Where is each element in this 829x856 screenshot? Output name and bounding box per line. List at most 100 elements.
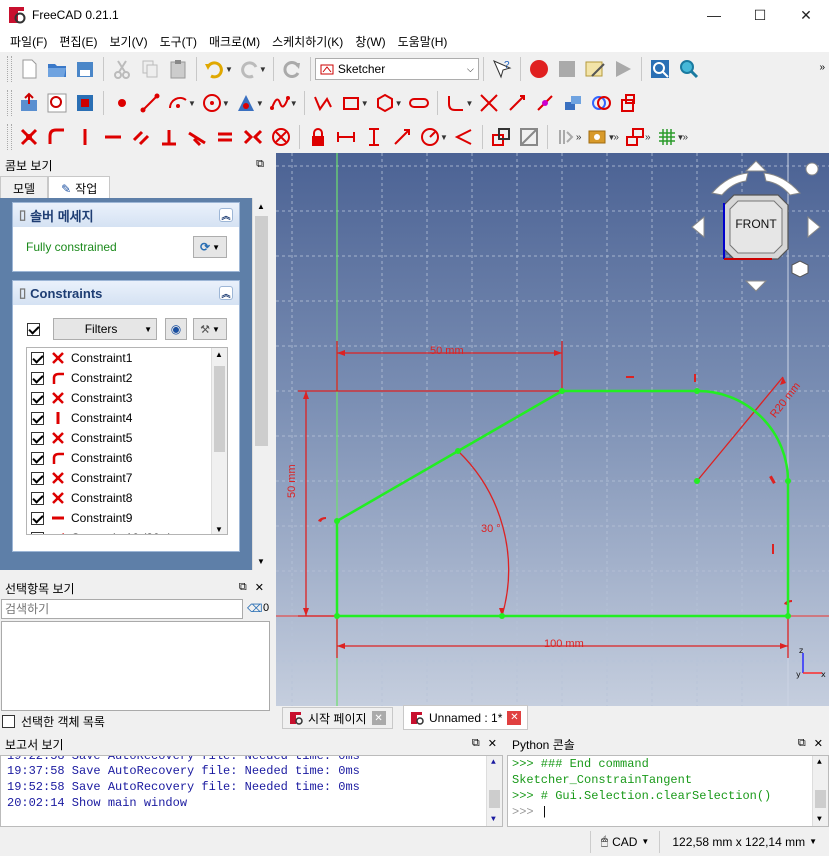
create-slot-icon[interactable] <box>405 89 433 117</box>
constraint-visible-checkbox[interactable] <box>31 491 44 505</box>
constrain-symmetric-icon[interactable] <box>239 123 267 151</box>
constraint-row[interactable]: Constraint8 <box>27 488 227 508</box>
report-view-output[interactable]: 19:22:58 Save AutoRecovery file: Needed … <box>0 755 503 827</box>
polygon-dropdown-icon[interactable]: ▼ <box>395 99 403 108</box>
constrain-perpendicular-icon[interactable] <box>155 123 183 151</box>
visibility-button[interactable]: ◉ <box>165 318 187 340</box>
selection-search-input[interactable] <box>1 599 243 619</box>
constraint-row[interactable]: Constraint1 <box>27 348 227 368</box>
float-panel-icon[interactable]: ⧉ <box>472 737 480 750</box>
open-file-icon[interactable] <box>43 55 71 83</box>
settings-button[interactable]: ⚒ ▼ <box>193 318 227 340</box>
nav-menu-icon[interactable] <box>805 162 819 176</box>
toolbar-more-icon[interactable]: » <box>819 62 825 73</box>
python-console-output[interactable]: >>> ### End command Sketcher_ConstrainTa… <box>507 755 829 827</box>
tab-model[interactable]: 모델 <box>0 176 49 200</box>
undo-dropdown-icon[interactable]: ▼ <box>225 65 233 74</box>
whats-this-icon[interactable]: ? <box>488 55 516 83</box>
task-panel-scrollbar[interactable]: ▲ ▼ <box>252 198 270 570</box>
constraint-visible-checkbox[interactable] <box>31 531 44 534</box>
run-macro-icon[interactable] <box>609 55 637 83</box>
constraint-visible-checkbox[interactable] <box>31 391 44 405</box>
constrain-tangent-icon[interactable] <box>183 123 211 151</box>
constraint-visible-checkbox[interactable] <box>31 431 44 445</box>
filter-all-checkbox[interactable] <box>27 323 40 336</box>
constrain-distance-icon[interactable] <box>388 123 416 151</box>
dimensions-display[interactable]: 122,58 mm x 122,14 mm ▼ <box>659 830 829 853</box>
edit-macro-icon[interactable] <box>581 55 609 83</box>
report-scrollbar[interactable]: ▲ ▼ <box>486 756 502 826</box>
view-section-icon[interactable] <box>71 89 99 117</box>
stop-macro-icon[interactable] <box>553 55 581 83</box>
update-solver-button[interactable]: ⟳ ▼ <box>193 236 227 258</box>
leave-sketch-icon[interactable] <box>15 89 43 117</box>
close-icon[interactable]: ✕ <box>488 737 497 750</box>
constrain-lock-icon[interactable] <box>304 123 332 151</box>
save-icon[interactable] <box>71 55 99 83</box>
external-geometry-icon[interactable] <box>531 89 559 117</box>
close-button[interactable]: ✕ <box>783 0 829 30</box>
toolbar-more-icon[interactable]: » <box>682 132 688 143</box>
scrollbar-thumb[interactable] <box>489 790 500 808</box>
scroll-down-icon[interactable]: ▼ <box>491 815 496 824</box>
constraint-visible-checkbox[interactable] <box>31 411 44 425</box>
console-scrollbar[interactable]: ▲ ▼ <box>812 756 828 826</box>
menu-view[interactable]: 보기(V) <box>103 33 153 50</box>
scroll-up-icon[interactable]: ▲ <box>817 758 822 767</box>
rectangle-dropdown-icon[interactable]: ▼ <box>361 99 369 108</box>
constraint-row[interactable]: Constraint2 <box>27 368 227 388</box>
nav-up-arrow-icon[interactable] <box>744 160 768 172</box>
workbench-selector[interactable]: Sketcher ⌵ <box>314 58 479 80</box>
constraint-row[interactable]: Constraint10 (30 °) <box>27 528 227 534</box>
navigation-style-selector[interactable]: 🖱 CAD ▼ <box>589 830 659 853</box>
circle-dropdown-icon[interactable]: ▼ <box>222 99 230 108</box>
nav-down-arrow-icon[interactable] <box>744 280 768 292</box>
selection-list[interactable] <box>1 621 270 711</box>
menu-tools[interactable]: 도구(T) <box>154 33 203 50</box>
constraint-visible-checkbox[interactable] <box>31 511 44 525</box>
toggle-active-icon[interactable] <box>515 123 543 151</box>
zoom-selection-icon[interactable] <box>674 55 702 83</box>
nav-cube-face-label[interactable]: FRONT <box>734 217 778 231</box>
copy-icon[interactable] <box>136 55 164 83</box>
close-icon[interactable]: ✕ <box>814 737 823 750</box>
constrain-angle-icon[interactable] <box>450 123 478 151</box>
toolbar-grip[interactable] <box>7 124 12 150</box>
constraints-header[interactable]: ▯ Constraints ︽ <box>13 281 239 305</box>
float-panel-icon[interactable]: ⧉ <box>239 581 247 594</box>
selected-objects-checkbox[interactable] <box>2 715 15 728</box>
selected-objects-option[interactable]: 선택한 객체 목록 <box>2 713 105 730</box>
extend-icon[interactable] <box>503 89 531 117</box>
fit-all-icon[interactable] <box>646 55 674 83</box>
toolbar-grip[interactable] <box>7 90 12 116</box>
conic-dropdown-icon[interactable]: ▼ <box>256 99 264 108</box>
rotate-left-icon[interactable] <box>711 172 749 196</box>
scrollbar-thumb[interactable] <box>815 790 826 808</box>
create-line-icon[interactable] <box>136 89 164 117</box>
solver-messages-header[interactable]: ▯ 솔버 메세지 ︽ <box>13 203 239 227</box>
menu-help[interactable]: 도움말(H) <box>392 33 454 50</box>
constraint-visible-checkbox[interactable] <box>31 471 44 485</box>
float-panel-icon[interactable]: ⧉ <box>256 158 264 171</box>
constrain-equal-icon[interactable] <box>211 123 239 151</box>
construction-mode-icon[interactable] <box>587 89 615 117</box>
menu-macro[interactable]: 매크로(M) <box>203 33 266 50</box>
tab-start-page[interactable]: 시작 페이지 ✕ <box>282 707 393 729</box>
menu-window[interactable]: 창(W) <box>349 33 391 50</box>
scroll-up-icon[interactable]: ▲ <box>257 202 265 211</box>
trim-icon[interactable] <box>475 89 503 117</box>
constraint-row[interactable]: Constraint3 <box>27 388 227 408</box>
console-prompt[interactable]: >>> | <box>512 804 824 820</box>
constrain-coincident-icon[interactable] <box>15 123 43 151</box>
redo-dropdown-icon[interactable]: ▼ <box>259 65 267 74</box>
minimize-button[interactable]: — <box>691 0 737 30</box>
dimension-left-label[interactable]: 50 mm <box>286 464 298 498</box>
constraints-scrollbar[interactable]: ▲ ▼ <box>211 348 227 534</box>
toolbar-grip[interactable] <box>7 56 12 82</box>
constraint-row[interactable]: Constraint5 <box>27 428 227 448</box>
new-file-icon[interactable] <box>15 55 43 83</box>
rotate-right-icon[interactable] <box>763 172 801 196</box>
navigation-cube[interactable]: FRONT <box>688 159 828 299</box>
tab-unnamed-document[interactable]: Unnamed : 1* ✕ <box>403 705 529 730</box>
toolbar-more-icon[interactable]: » <box>645 132 651 143</box>
